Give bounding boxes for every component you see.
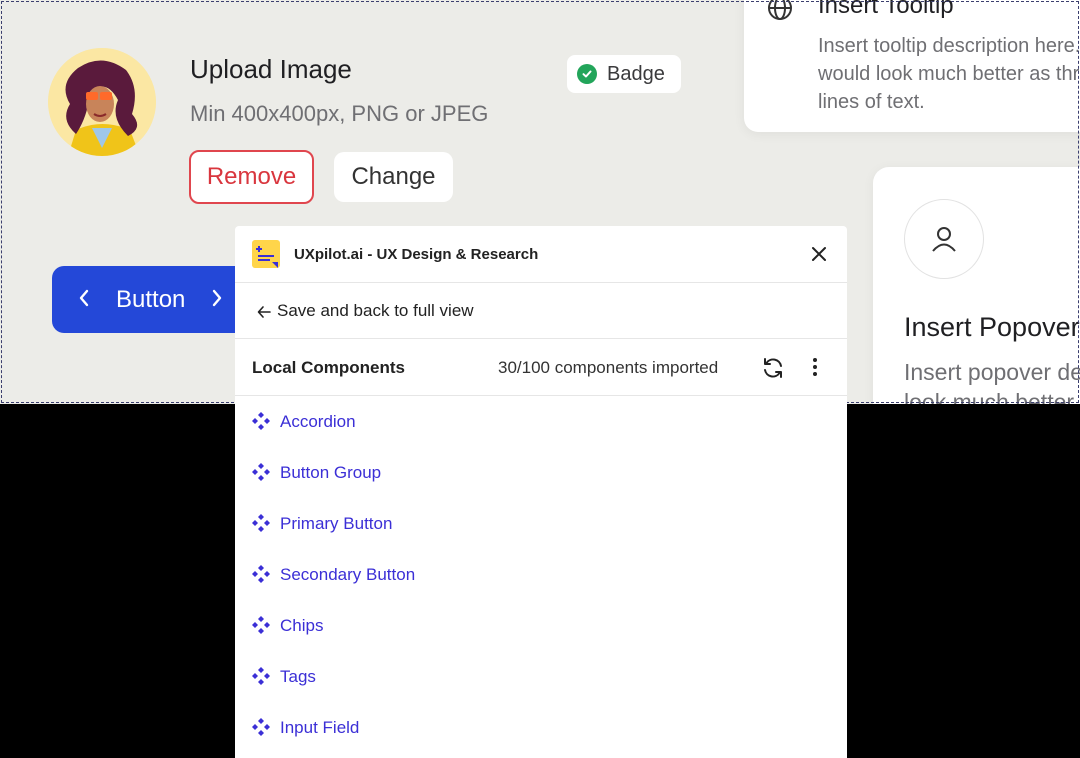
upload-title: Upload Image	[190, 54, 352, 84]
component-icon	[251, 666, 271, 691]
back-link[interactable]: Save and back to full view	[235, 283, 847, 339]
plugin-panel: UXpilot.ai - UX Design & Research Save a…	[235, 226, 847, 758]
button-label: Button	[116, 285, 186, 313]
sync-icon[interactable]	[761, 356, 785, 385]
more-options-icon[interactable]	[812, 357, 818, 382]
component-label: Chips	[280, 616, 324, 635]
tooltip-line: Insert tooltip description here.	[818, 35, 1080, 57]
panel-header: UXpilot.ai - UX Design & Research	[235, 226, 847, 283]
component-icon	[251, 717, 271, 742]
popover-description-line-2: look much better	[904, 389, 1075, 404]
component-icon	[251, 564, 271, 589]
arrow-left-icon	[257, 305, 271, 324]
list-item[interactable]: Secondary Button	[235, 554, 847, 594]
avatar	[48, 48, 156, 156]
list-item[interactable]: Primary Button	[235, 503, 847, 543]
popover-description: Insert popover description	[904, 359, 1080, 385]
component-label: Button Group	[280, 463, 382, 482]
component-label: Input Field	[280, 718, 360, 737]
component-label: Primary Button	[280, 514, 393, 533]
change-button[interactable]: Change	[334, 152, 453, 202]
tooltip-description: Insert tooltip description here. would l…	[818, 32, 1080, 116]
check-icon	[577, 64, 597, 84]
list-item[interactable]: Chips	[235, 605, 847, 645]
component-icon	[251, 462, 271, 487]
panel-title: UXpilot.ai - UX Design & Research	[294, 246, 539, 263]
import-count: 30/100 components imported	[498, 358, 719, 377]
user-icon	[904, 199, 984, 279]
local-components-header: Local Components 30/100 components impor…	[235, 339, 847, 396]
list-item[interactable]: Tags	[235, 656, 847, 696]
component-icon	[251, 513, 271, 538]
close-icon[interactable]	[809, 244, 829, 264]
list-item[interactable]: Button Group	[235, 452, 847, 492]
list-item[interactable]: Input Field	[235, 707, 847, 747]
list-item[interactable]: Accordion	[235, 401, 847, 441]
tooltip-line: would look much better as three	[818, 63, 1080, 85]
tooltip-line: lines of text.	[818, 91, 925, 113]
component-icon	[251, 411, 271, 436]
component-icon	[251, 615, 271, 640]
component-label: Tags	[280, 667, 316, 686]
component-label: Accordion	[280, 412, 356, 431]
badge-label: Badge	[607, 62, 665, 85]
chevron-left-icon	[78, 286, 90, 314]
status-badge: Badge	[567, 55, 681, 93]
component-label: Secondary Button	[280, 565, 416, 584]
section-title: Local Components	[252, 358, 406, 377]
chevron-right-icon	[211, 286, 223, 314]
popover-title: Insert Popover	[904, 312, 1080, 342]
primary-nav-button[interactable]: Button	[52, 266, 252, 333]
remove-button[interactable]: Remove	[189, 150, 314, 204]
globe-icon	[766, 0, 794, 27]
upload-subtitle: Min 400x400px, PNG or JPEG	[190, 101, 489, 126]
tooltip-title: Insert Tooltip	[818, 0, 954, 19]
uxpilot-logo-icon	[252, 240, 280, 268]
back-label: Save and back to full view	[277, 301, 474, 320]
